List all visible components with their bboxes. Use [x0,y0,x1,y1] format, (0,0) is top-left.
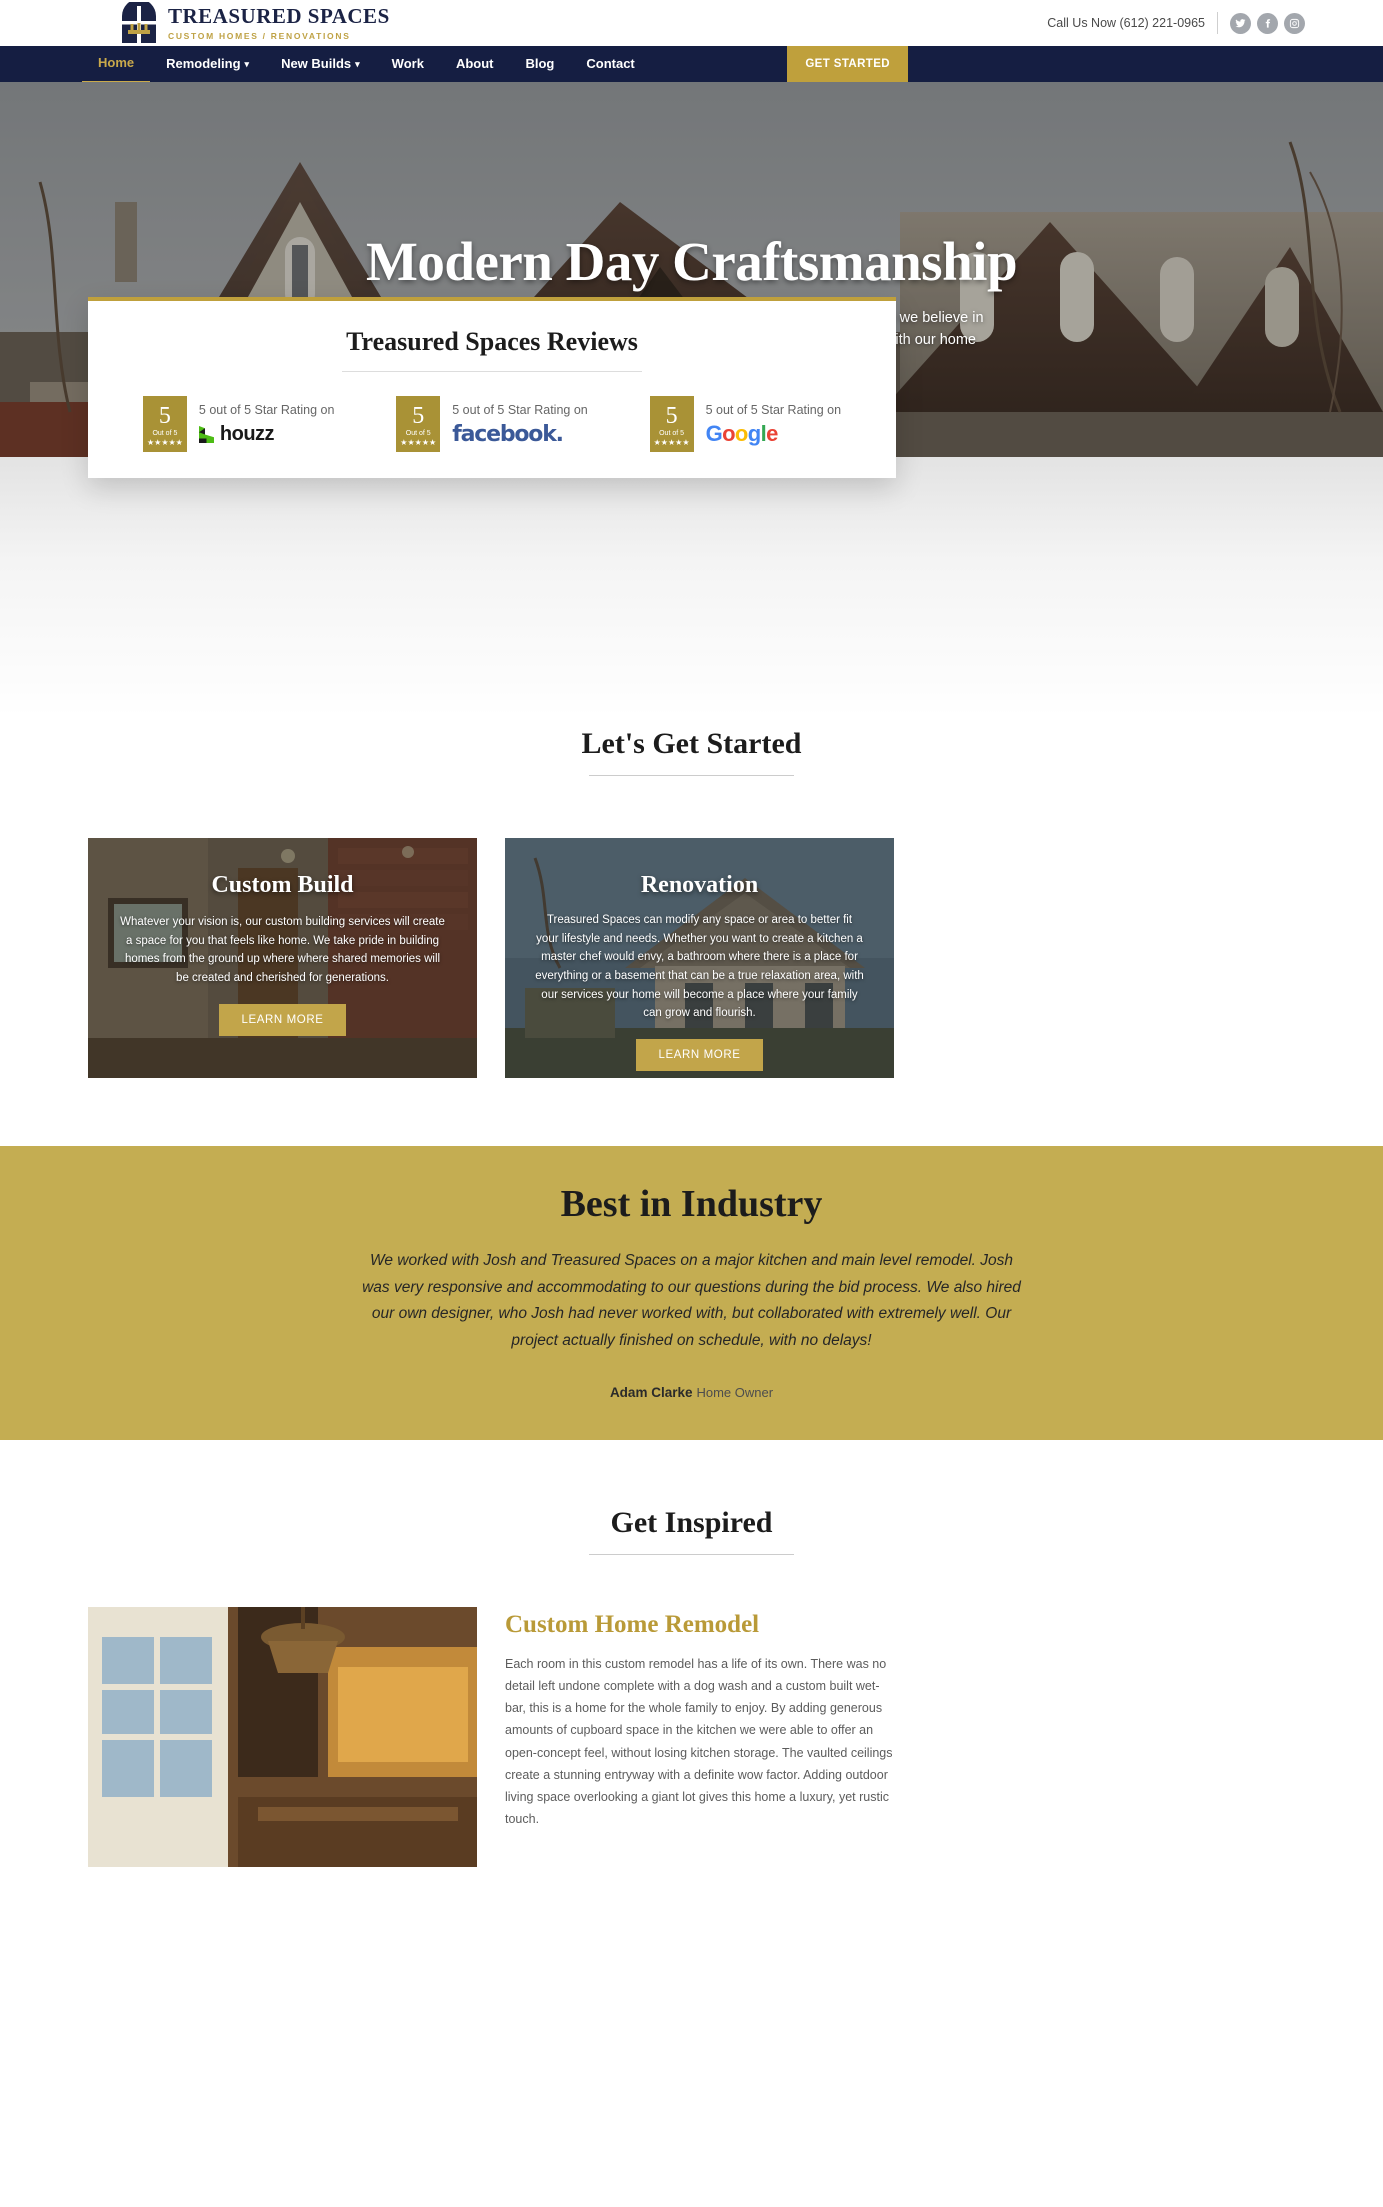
service-cards: Custom Build Whatever your vision is, ou… [0,776,1383,1078]
rating-stars-icon: ★★★★★ [653,437,690,447]
divider [342,371,642,372]
facebook-icon[interactable] [1257,12,1278,34]
learn-more-button[interactable]: LEARN MORE [636,1038,763,1071]
post-thumbnail[interactable] [88,1606,477,1867]
rating-outof: Out of 5 [405,429,431,437]
card-copy: Whatever your vision is, our custom buil… [120,916,445,984]
nav-item-work[interactable]: Work [376,46,440,82]
testimonial-quote: We worked with Josh and Treasured Spaces… [362,1252,1021,1349]
google-logo: Google [705,421,842,446]
review-text: 5 out of 5 Star Rating on Google [705,403,842,446]
card-custom-build[interactable]: Custom Build Whatever your vision is, ou… [88,838,477,1078]
review-text: 5 out of 5 Star Rating on houzz [198,403,335,445]
card-renovation[interactable]: Renovation Treasured Spaces can modify a… [505,838,894,1078]
nav-label: New Builds [281,55,352,71]
main-nav: Home Remodeling ▾ New Builds ▾ Work About … [0,45,1383,83]
review-label: 5 out of 5 Star Rating on [705,403,842,417]
nav-item-about[interactable]: About [440,46,510,82]
nav-label: Contact [586,56,635,71]
divider [1217,12,1218,34]
get-started-button[interactable]: GET STARTED [787,46,908,82]
facebook-logo: facebook. [452,421,588,447]
review-label: 5 out of 5 Star Rating on [452,403,588,417]
reviews-card: Treasured Spaces Reviews 5 Out of 5 ★★★★… [88,297,896,478]
card-title: Renovation [640,872,759,898]
nav-label: Home [98,55,135,70]
nav-item-contact[interactable]: Contact [570,46,650,82]
testimonial-section: Best in Industry We worked with Josh and… [0,1146,1383,1440]
rating-stars-icon: ★★★★★ [400,437,437,447]
rating-score: 5 [665,402,678,429]
nav-item-blog[interactable]: Blog [509,46,570,82]
card-copy: Treasured Spaces can modify any space or… [535,914,864,1020]
rating-badge: 5 Out of 5 ★★★★★ [649,396,694,452]
post-title[interactable]: Custom Home Remodel [505,1611,893,1639]
review-text: 5 out of 5 Star Rating on facebook. [452,403,588,447]
google-wordmark: Google [705,421,779,446]
rating-outof: Out of 5 [659,429,685,437]
card-title: Custom Build [211,872,354,898]
nav-items: Home Remodeling ▾ New Builds ▾ Work About … [0,45,651,83]
chevron-down-icon: ▾ [355,58,360,69]
post-text: Custom Home Remodel Each room in this cu… [505,1607,893,1867]
section-title: Let's Get Started [581,727,802,760]
reviews-title: Treasured Spaces Reviews [346,327,638,356]
get-inspired-header: Get Inspired [0,1496,1383,1555]
post-copy: Each room in this custom remodel has a l… [505,1656,893,1827]
inspired-post: Custom Home Remodel Each room in this cu… [0,1555,1383,1867]
review-label: 5 out of 5 Star Rating on [198,403,335,417]
rating-outof: Out of 5 [152,429,178,437]
hero-title: Modern Day Craftsmanship [365,231,1018,292]
call-us-text[interactable]: Call Us Now (612) 221-0965 [1047,16,1205,30]
houzz-icon [198,425,214,443]
lets-get-started-header: Let's Get Started [0,717,1383,776]
instagram-icon[interactable] [1284,12,1305,34]
site-logo[interactable]: TREASURED SPACES CUSTOM HOMES / RENOVATI… [120,2,390,44]
chevron-down-icon: ▾ [244,58,250,69]
nav-item-new-builds[interactable]: New Builds ▾ [265,46,376,83]
review-item-facebook[interactable]: 5 Out of 5 ★★★★★ 5 out of 5 Star Rating … [396,396,588,452]
twitter-icon[interactable] [1230,12,1251,34]
nav-label: Blog [525,56,555,71]
card-body: Custom Build Whatever your vision is, ou… [88,838,477,1036]
houzz-wordmark: houzz [219,422,275,445]
houzz-logo: houzz [198,422,335,445]
card-body: Renovation Treasured Spaces can modify a… [505,838,894,1071]
review-item-google[interactable]: 5 Out of 5 ★★★★★ 5 out of 5 Star Rating … [649,396,842,452]
reviews-row: 5 Out of 5 ★★★★★ 5 out of 5 Star Rating … [88,396,896,452]
nav-label: Work [391,56,424,71]
rating-score: 5 [158,402,171,429]
rating-score: 5 [412,402,425,429]
top-bar: TREASURED SPACES CUSTOM HOMES / RENOVATI… [0,0,1383,46]
section-title: Get Inspired [610,1505,773,1539]
reviews-shadow-area [0,457,1383,717]
author-role: Home Owner [696,1384,774,1400]
top-bar-right: Call Us Now (612) 221-0965 [1047,12,1305,34]
nav-label: Remodeling [166,55,241,71]
interior-room-image [88,1606,477,1867]
page-root: TREASURED SPACES CUSTOM HOMES / RENOVATI… [0,0,1383,1867]
testimonial-author: Adam Clarke Home Owner [0,1385,1383,1400]
learn-more-button[interactable]: LEARN MORE [219,1003,346,1036]
logo-subtitle: CUSTOM HOMES / RENOVATIONS [168,30,351,41]
social-links [1230,12,1305,34]
logo-window-icon [122,2,156,44]
testimonial-title: Best in Industry [560,1183,823,1225]
nav-item-remodeling[interactable]: Remodeling ▾ [150,46,265,83]
rating-badge: 5 Out of 5 ★★★★★ [396,396,441,452]
rating-badge: 5 Out of 5 ★★★★★ [142,396,187,452]
nav-item-home[interactable]: Home [82,45,151,83]
nav-label: About [455,56,494,71]
logo-title: TREASURED SPACES [168,4,390,29]
facebook-wordmark: facebook. [452,421,564,447]
author-name: Adam Clarke [609,1384,693,1400]
get-inspired-section: Get Inspired Custom Home Remodel Each ro… [0,1440,1383,1867]
review-item-houzz[interactable]: 5 Out of 5 ★★★★★ 5 out of 5 Star Rating … [142,396,335,452]
rating-stars-icon: ★★★★★ [146,437,183,447]
